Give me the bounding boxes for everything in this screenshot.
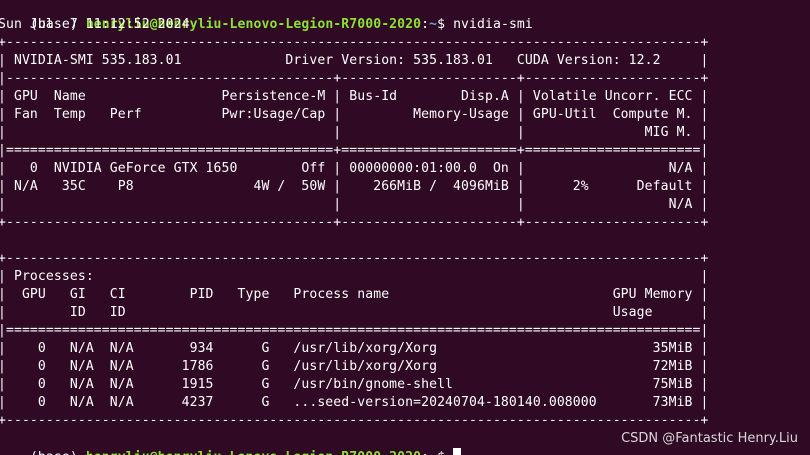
prompt-symbol: $ [437, 17, 454, 32]
output-line: |=======================================… [0, 323, 709, 338]
output-line: | N/A 35C P8 4W / 50W | 266MiB / 4096MiB… [0, 179, 709, 194]
command-text: nvidia-smi [453, 17, 533, 32]
output-line: |=======================================… [0, 143, 709, 158]
prompt-user-host: henryliu@henryliu-Lenovo-Legion-R7000-20… [86, 450, 421, 455]
output-line: +---------------------------------------… [0, 251, 709, 266]
output-line: | 0 N/A N/A 1915 G /usr/bin/gnome-shell … [0, 377, 709, 392]
output-line: | Processes: | [0, 269, 709, 284]
output-line: | GPU GI CI PID Type Process name GPU Me… [0, 287, 709, 302]
output-line: | 0 N/A N/A 934 G /usr/lib/xorg/Xorg 35M… [0, 341, 709, 356]
prompt-separator: : [421, 450, 429, 455]
prompt-symbol: $ [437, 450, 453, 455]
terminal-window[interactable]: (base) henryliu@henryliu-Lenovo-Legion-R… [0, 0, 810, 455]
output-line: |---------------------------------------… [0, 71, 709, 86]
prompt-separator: : [421, 17, 430, 32]
output-line: +---------------------------------------… [0, 413, 709, 428]
conda-env-label: (base) [30, 450, 86, 455]
text-cursor[interactable] [453, 448, 462, 455]
output-line: | GPU Name Persistence-M | Bus-Id Disp.A… [0, 89, 709, 104]
output-line: | | | N/A | [0, 197, 709, 212]
prompt-path: ~ [429, 450, 437, 455]
output-line: +---------------------------------------… [0, 215, 709, 230]
active-prompt-line[interactable]: (base) henryliu@henryliu-Lenovo-Legion-R… [0, 430, 462, 455]
command-line: (base) henryliu@henryliu-Lenovo-Legion-R… [0, 0, 533, 32]
output-line: | Fan Temp Perf Pwr:Usage/Cap | Memory-U… [0, 107, 709, 122]
output-line: | ID ID Usage | [0, 305, 709, 320]
prompt-path: ~ [429, 17, 438, 32]
output-line: | NVIDIA-SMI 535.183.01 Driver Version: … [0, 53, 709, 68]
output-line: | 0 N/A N/A 4237 G ...seed-version=20240… [0, 395, 709, 410]
output-line: | | | MIG M. | [0, 125, 709, 140]
output-line: +---------------------------------------… [0, 35, 709, 50]
csdn-watermark: CSDN @Fantastic Henry.Liu [621, 431, 798, 446]
timestamp-line: Sun Jul 7 11:12:52 2024 [0, 17, 190, 32]
output-line: | 0 N/A N/A 1786 G /usr/lib/xorg/Xorg 72… [0, 359, 709, 374]
output-line: | 0 NVIDIA GeForce GTX 1650 Off | 000000… [0, 161, 709, 176]
